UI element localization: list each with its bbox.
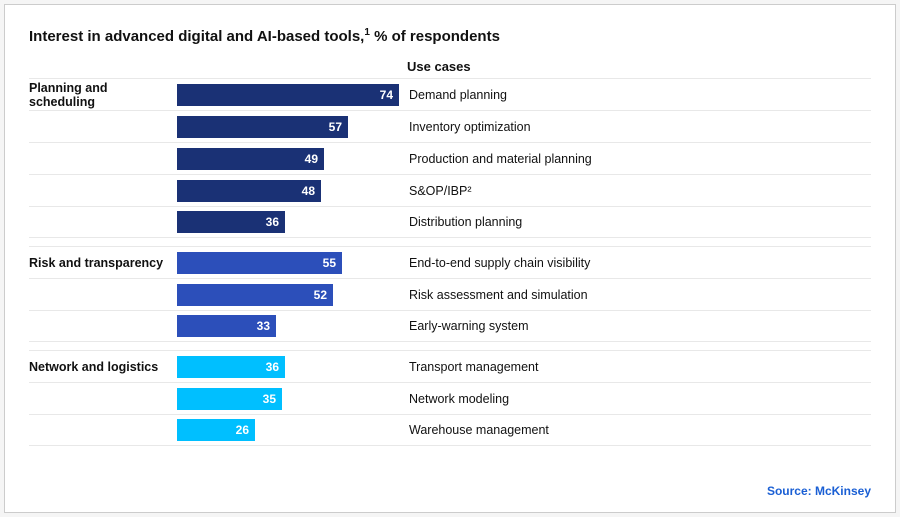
group-label-1: Risk and transparency	[29, 256, 177, 270]
table-row: 52 Risk assessment and simulation	[29, 278, 871, 310]
bar: 49	[177, 148, 324, 170]
table-row: Network and logistics 36 Transport managem…	[29, 350, 871, 382]
table-row: Risk and transparency 55 End-to-end supply…	[29, 246, 871, 278]
use-case-label: Demand planning	[399, 88, 871, 102]
title-main: Interest in advanced digital and AI-base…	[29, 28, 364, 45]
bar-value: 57	[329, 120, 342, 134]
table-row: 57 Inventory optimization	[29, 110, 871, 142]
bar: 33	[177, 315, 276, 337]
bar-cell: 52	[177, 284, 399, 306]
group-label-2: Network and logistics	[29, 360, 177, 374]
group-1: Risk and transparency 55 End-to-end supply…	[29, 246, 871, 342]
col-header-spacer	[29, 59, 399, 74]
columns-header: Use cases	[29, 59, 871, 74]
use-case-label: Inventory optimization	[399, 120, 871, 134]
bar: 26	[177, 419, 255, 441]
use-case-label: Risk assessment and simulation	[399, 288, 871, 302]
table-row: 33 Early-warning system	[29, 310, 871, 342]
bar: 55	[177, 252, 342, 274]
bar-value: 26	[236, 423, 249, 437]
chart-body: Planning and scheduling 74 Demand planning…	[29, 78, 871, 448]
use-case-label: Production and material planning	[399, 152, 871, 166]
bar-value: 55	[323, 256, 336, 270]
table-row: 26 Warehouse management	[29, 414, 871, 446]
source-label: Source: McKinsey	[767, 484, 871, 498]
chart-title: Interest in advanced digital and AI-base…	[29, 27, 871, 45]
use-case-label: End-to-end supply chain visibility	[399, 256, 871, 270]
chart-container: Interest in advanced digital and AI-base…	[4, 4, 896, 513]
bar-value: 36	[266, 360, 279, 374]
use-case-label: Transport management	[399, 360, 871, 374]
use-case-label: S&OP/IBP²	[399, 184, 871, 198]
bar: 36	[177, 211, 285, 233]
use-case-label: Early-warning system	[399, 319, 871, 333]
bar: 57	[177, 116, 348, 138]
group-label-0: Planning and scheduling	[29, 81, 177, 109]
group-0: Planning and scheduling 74 Demand planning…	[29, 78, 871, 238]
bar-value: 49	[305, 152, 318, 166]
bar-value: 33	[257, 319, 270, 333]
bar-value: 52	[314, 288, 327, 302]
table-row: 48 S&OP/IBP²	[29, 174, 871, 206]
bar: 52	[177, 284, 333, 306]
use-case-label: Warehouse management	[399, 423, 871, 437]
bar-cell: 48	[177, 180, 399, 202]
bar-cell: 49	[177, 148, 399, 170]
bar-value: 48	[302, 184, 315, 198]
table-row: Planning and scheduling 74 Demand planning	[29, 78, 871, 110]
use-case-label: Network modeling	[399, 392, 871, 406]
table-row: 36 Distribution planning	[29, 206, 871, 238]
bar: 35	[177, 388, 282, 410]
bar-cell: 36	[177, 356, 399, 378]
bar: 74	[177, 84, 399, 106]
bar-cell: 57	[177, 116, 399, 138]
bar-cell: 74	[177, 84, 399, 106]
bar-cell: 26	[177, 419, 399, 441]
bar-cell: 55	[177, 252, 399, 274]
bar-cell: 33	[177, 315, 399, 337]
bar-value: 74	[380, 88, 393, 102]
title-suffix: % of respondents	[370, 28, 500, 45]
bar: 48	[177, 180, 321, 202]
bar-value: 35	[263, 392, 276, 406]
bar-cell: 36	[177, 211, 399, 233]
use-case-label: Distribution planning	[399, 215, 871, 229]
group-2: Network and logistics 36 Transport managem…	[29, 350, 871, 446]
bar-cell: 35	[177, 388, 399, 410]
bar: 36	[177, 356, 285, 378]
bar-value: 36	[266, 215, 279, 229]
table-row: 35 Network modeling	[29, 382, 871, 414]
use-cases-header: Use cases	[399, 59, 471, 74]
table-row: 49 Production and material planning	[29, 142, 871, 174]
